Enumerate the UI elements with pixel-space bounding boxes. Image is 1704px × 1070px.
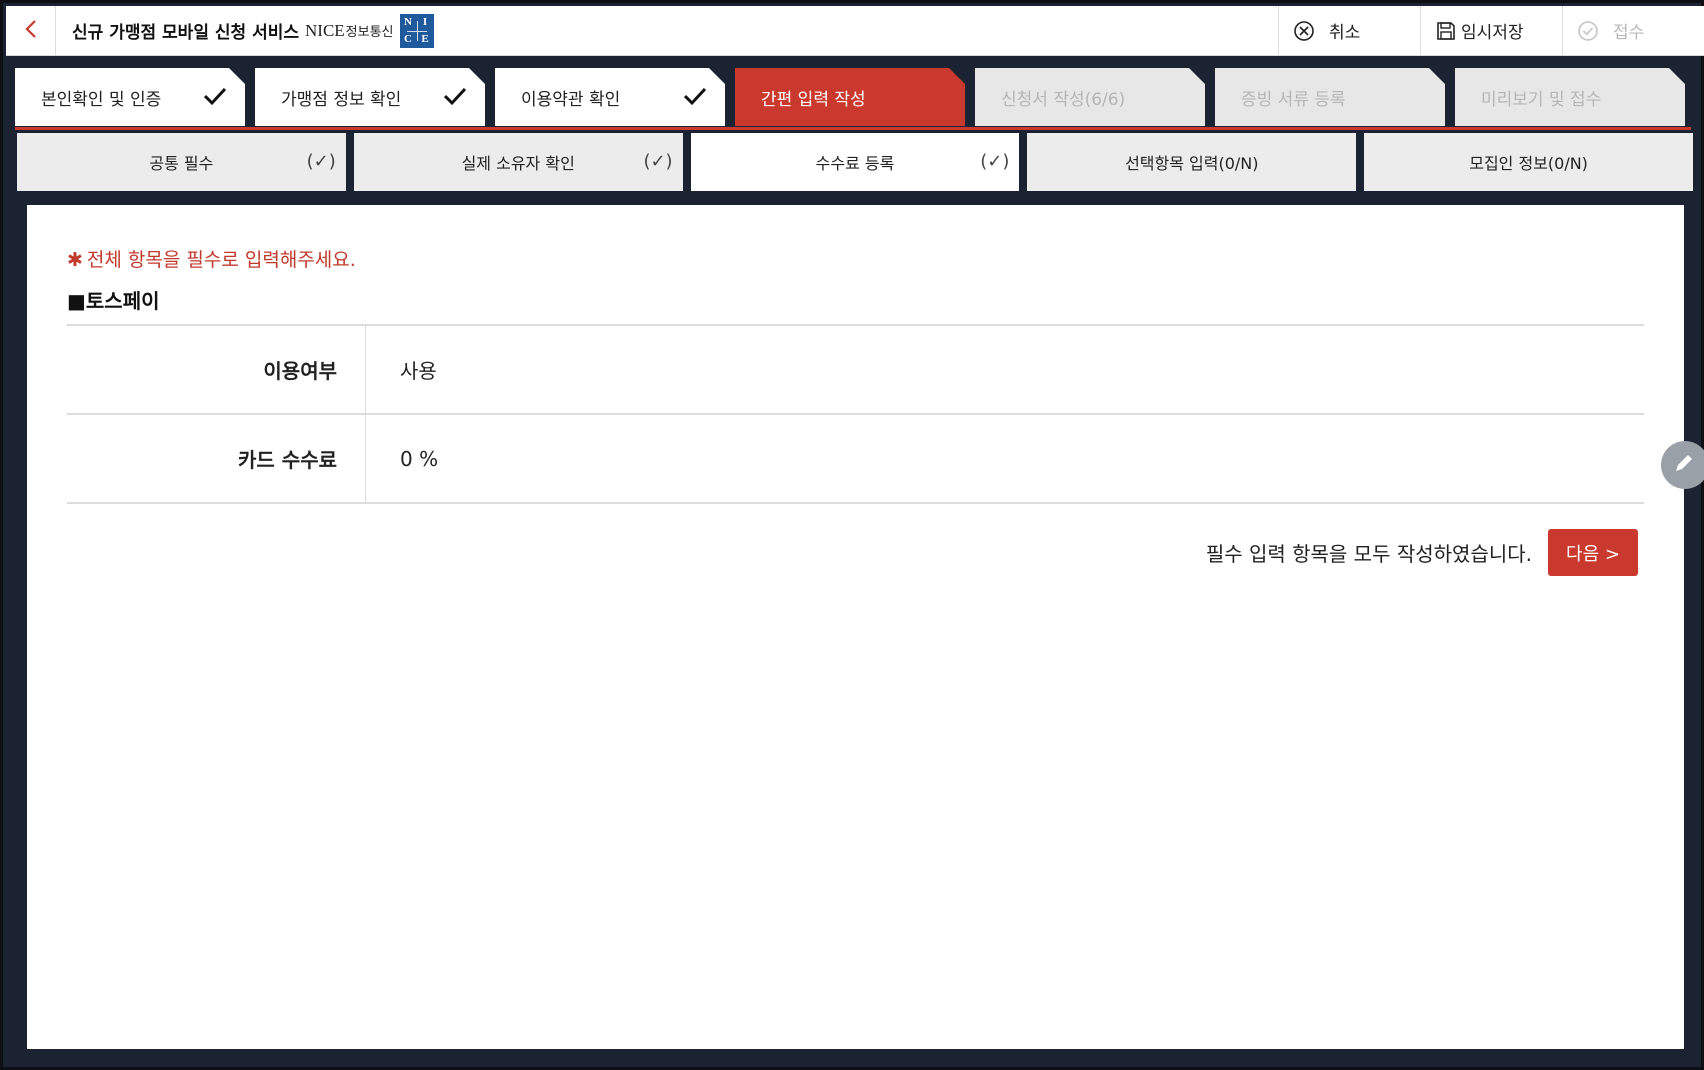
save-label: 임시저장 [1461, 23, 1524, 43]
subtab-recruiter-info[interactable]: 모집인 정보(0/N) [1362, 131, 1695, 193]
submit-button[interactable]: 접수 [1562, 6, 1704, 55]
step-label: 가맹점 정보 확인 [281, 89, 402, 110]
logo-letter: E [421, 33, 429, 45]
top-bar: 신규 가맹점 모바일 신청 서비스 NICE 정보통신 N I C E 취소 임… [6, 6, 1704, 56]
step-tab-documents[interactable]: 증빙 서류 등록 [1215, 68, 1445, 126]
sub-tabs: 공통 필수 (✓) 실제 소유자 확인 (✓) 수수료 등록 (✓) 선택항목 … [15, 131, 1695, 193]
logo-letter: I [422, 16, 428, 28]
subtab-owner-check[interactable]: 실제 소유자 확인 (✓) [351, 131, 685, 193]
brand-name: NICE [305, 20, 345, 40]
notice-text: 전체 항목을 필수로 입력해주세요. [86, 249, 356, 271]
subtab-check-mark: (✓) [306, 151, 336, 172]
step-label: 신청서 작성(6/6) [1001, 89, 1126, 110]
step-tab-identity[interactable]: 본인확인 및 인증 [15, 68, 245, 126]
subtab-label: 실제 소유자 확인 [461, 154, 575, 173]
submit-label: 접수 [1613, 23, 1645, 43]
subtab-check-mark: (✓) [643, 151, 673, 172]
completion-message: 필수 입력 항목을 모두 작성하였습니다. [1205, 542, 1532, 566]
subtab-label: 선택항목 입력(0/N) [1125, 154, 1259, 173]
checkmark-icon [203, 86, 227, 111]
cancel-label: 취소 [1329, 23, 1361, 43]
nice-logo: N I C E [399, 13, 434, 48]
table-row: 이용여부 사용 [67, 326, 1644, 415]
fee-form-table: 이용여부 사용 카드 수수료 0 % [67, 324, 1644, 504]
subtab-label: 모집인 정보(0/N) [1469, 154, 1588, 173]
card-fee-label: 카드 수수료 [67, 415, 366, 502]
next-button[interactable]: 다음 > [1548, 529, 1638, 576]
subtab-check-mark: (✓) [980, 151, 1010, 172]
pencil-icon [1673, 452, 1695, 478]
edit-floating-button[interactable] [1661, 441, 1704, 489]
step-tabs-underline [15, 127, 1691, 130]
check-circle-icon [1577, 20, 1599, 42]
step-tab-simple-input[interactable]: 간편 입력 작성 [735, 68, 965, 126]
step-label: 간편 입력 작성 [761, 89, 866, 110]
checkmark-icon [683, 86, 707, 111]
subtab-label: 수수료 등록 [815, 154, 895, 173]
form-footer: 필수 입력 항목을 모두 작성하였습니다. 다음 > [1206, 529, 1638, 576]
required-notice: ✱ 전체 항목을 필수로 입력해주세요. [67, 245, 356, 272]
step-label: 이용약관 확인 [521, 89, 621, 110]
step-label: 증빙 서류 등록 [1241, 89, 1346, 110]
step-label: 본인확인 및 인증 [41, 89, 162, 110]
required-star-icon: ✱ [67, 249, 83, 271]
step-tab-application[interactable]: 신청서 작성(6/6) [975, 68, 1205, 126]
app-title-area: 신규 가맹점 모바일 신청 서비스 NICE 정보통신 N I C E [56, 6, 1278, 55]
page-title: 신규 가맹점 모바일 신청 서비스 [72, 23, 299, 43]
subtab-common-required[interactable]: 공통 필수 (✓) [15, 131, 348, 193]
logo-letter: C [404, 33, 412, 45]
chevron-left-icon [24, 18, 38, 44]
section-title: ■토스페이 [67, 289, 160, 313]
logo-letter: N [404, 16, 412, 28]
subtab-label: 공통 필수 [149, 154, 214, 173]
back-button[interactable] [6, 6, 56, 55]
step-tab-terms[interactable]: 이용약관 확인 [495, 68, 725, 126]
usage-label: 이용여부 [67, 326, 366, 413]
subtab-fee-registration[interactable]: 수수료 등록 (✓) [688, 131, 1022, 193]
step-label: 미리보기 및 접수 [1481, 89, 1602, 110]
step-tab-merchant-info[interactable]: 가맹점 정보 확인 [255, 68, 485, 126]
step-tabs: 본인확인 및 인증 가맹점 정보 확인 이용약관 확인 간편 입력 작성 신청서… [15, 68, 1691, 128]
cancel-button[interactable]: 취소 [1278, 6, 1420, 55]
table-row: 카드 수수료 0 % [67, 415, 1644, 504]
app-frame: 신규 가맹점 모바일 신청 서비스 NICE 정보통신 N I C E 취소 임… [0, 0, 1704, 1070]
brand-subtitle: 정보통신 [345, 25, 394, 40]
checkmark-icon [443, 86, 467, 111]
save-draft-button[interactable]: 임시저장 [1420, 6, 1562, 55]
step-tab-preview[interactable]: 미리보기 및 접수 [1455, 68, 1685, 126]
usage-value[interactable]: 사용 [366, 326, 1644, 413]
close-circle-icon [1293, 20, 1315, 42]
save-icon [1435, 20, 1457, 42]
card-fee-value[interactable]: 0 % [366, 415, 1644, 502]
subtab-optional-input[interactable]: 선택항목 입력(0/N) [1025, 131, 1359, 193]
main-content: ✱ 전체 항목을 필수로 입력해주세요. ■토스페이 이용여부 사용 카드 수수료… [27, 205, 1684, 1049]
